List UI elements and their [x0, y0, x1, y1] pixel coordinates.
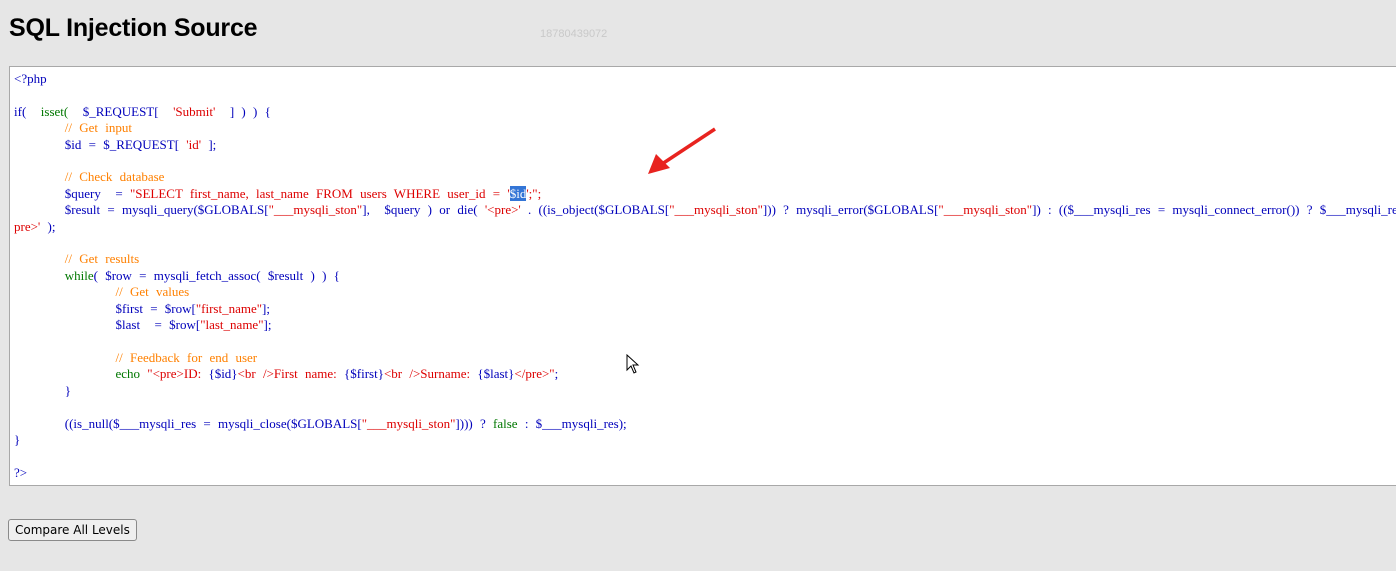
code-token: // Get values	[115, 284, 190, 300]
code-line: if( isset( $_REQUEST[ 'Submit' ] ) ) {	[14, 104, 271, 119]
code-line: // Feedback for end user	[14, 349, 258, 365]
code-token: ]) : (($___mysqli_res = mysqli_connect_e…	[1032, 202, 1396, 218]
code-token: // Get results	[64, 251, 140, 267]
code-token: 'Submit'	[165, 103, 223, 119]
code-token: {$last}	[477, 366, 515, 382]
code-token: pre>'	[14, 218, 41, 234]
code-line: $query = "SELECT first_name, last_name F…	[14, 185, 542, 201]
code-token: "<pre>ID:	[140, 366, 209, 382]
compare-all-levels-button[interactable]: Compare All Levels	[8, 519, 137, 541]
mouse-cursor-icon	[626, 354, 640, 374]
code-token: ], $query ) or die(	[362, 202, 485, 218]
code-token: $query =	[14, 185, 130, 201]
code-line: ((is_null($___mysqli_res = mysqli_close(…	[14, 416, 627, 431]
code-token: while	[64, 267, 94, 283]
code-token: . ((is_object($GLOBALS[	[520, 202, 670, 218]
code-token: 'id'	[186, 136, 202, 152]
code-token: {$first}	[344, 366, 384, 382]
selected-token: $id	[509, 185, 527, 201]
code-line: // Check database	[14, 169, 165, 185]
code-line: echo "<pre>ID: {$id}<br />First name: {$…	[14, 366, 559, 382]
code-line: $id = $_REQUEST[ 'id' ];	[14, 136, 217, 152]
code-token: "last_name"	[200, 317, 264, 333]
code-token: $id = $_REQUEST[	[14, 136, 187, 152]
code-token: ( $row = mysqli_fetch_assoc( $result ) )…	[93, 267, 340, 283]
code-line: // Get results	[14, 251, 139, 266]
code-token: "SELECT first_name, last_name FROM users…	[129, 185, 510, 201]
code-token: // Feedback for end user	[115, 349, 258, 365]
code-token: isset(	[33, 103, 76, 119]
code-line: pre>' );	[14, 219, 55, 234]
code-token: </pre>"	[514, 366, 555, 382]
code-token: ])) ? mysqli_error($GLOBALS[	[762, 202, 939, 218]
code-line: // Get input	[14, 120, 132, 135]
code-line: while( $row = mysqli_fetch_assoc( $resul…	[14, 268, 340, 283]
code-token: ];	[262, 300, 270, 316]
watermark-text: 18780439072	[540, 28, 608, 40]
code-token: ];	[263, 317, 272, 333]
code-token: // Check database	[64, 169, 165, 185]
code-token: ];	[201, 136, 217, 152]
code-token: ((is_null($___mysqli_res = mysqli_close(…	[14, 415, 362, 431]
code-token: <br />Surname:	[383, 366, 478, 382]
code-token: : $___mysqli_res);	[517, 415, 627, 431]
code-line: $last = $row["last_name"];	[14, 317, 272, 333]
code-token: <br />First name:	[237, 366, 345, 382]
code-token: {$id}	[208, 366, 238, 382]
code-line: ?>	[14, 465, 27, 480]
page-title: SQL Injection Source	[9, 14, 258, 42]
code-token: ;	[554, 366, 559, 382]
code-token: ';";	[526, 185, 542, 201]
code-token: "___mysqli_ston"	[938, 202, 1033, 218]
code-line: // Get values	[14, 284, 190, 300]
code-token: "___mysqli_ston"	[268, 202, 363, 218]
code-line: $result = mysqli_query($GLOBALS["___mysq…	[14, 202, 1396, 217]
red-arrow-icon	[648, 127, 716, 174]
code-token: ?>	[14, 464, 28, 480]
code-token: <?php	[14, 71, 47, 86]
code-token: "___mysqli_ston"	[669, 202, 763, 218]
code-token: '<pre>'	[484, 202, 521, 218]
code-token: }	[14, 382, 71, 398]
code-token: "first_name"	[195, 300, 263, 316]
code-token: ]))) ?	[455, 415, 494, 431]
code-token: $first = $row[	[14, 300, 196, 316]
code-token: if(	[14, 103, 34, 119]
code-line: $first = $row["first_name"];	[14, 300, 271, 316]
code-token: $result = mysqli_query($GLOBALS[	[14, 202, 269, 218]
code-token: }	[14, 431, 21, 447]
code-token: ] ) ) {	[222, 103, 271, 119]
code-token: // Get input	[64, 120, 132, 136]
code-token: "___mysqli_ston"	[361, 415, 456, 431]
code-token: $last = $row[	[14, 317, 201, 333]
code-line: }	[14, 432, 20, 447]
code-token: false	[493, 415, 518, 431]
code-line: <?php	[14, 71, 47, 86]
code-line: }	[14, 383, 71, 398]
code-token: $_REQUEST[	[75, 103, 166, 119]
code-token: echo	[115, 366, 141, 382]
code-token: );	[40, 218, 56, 234]
